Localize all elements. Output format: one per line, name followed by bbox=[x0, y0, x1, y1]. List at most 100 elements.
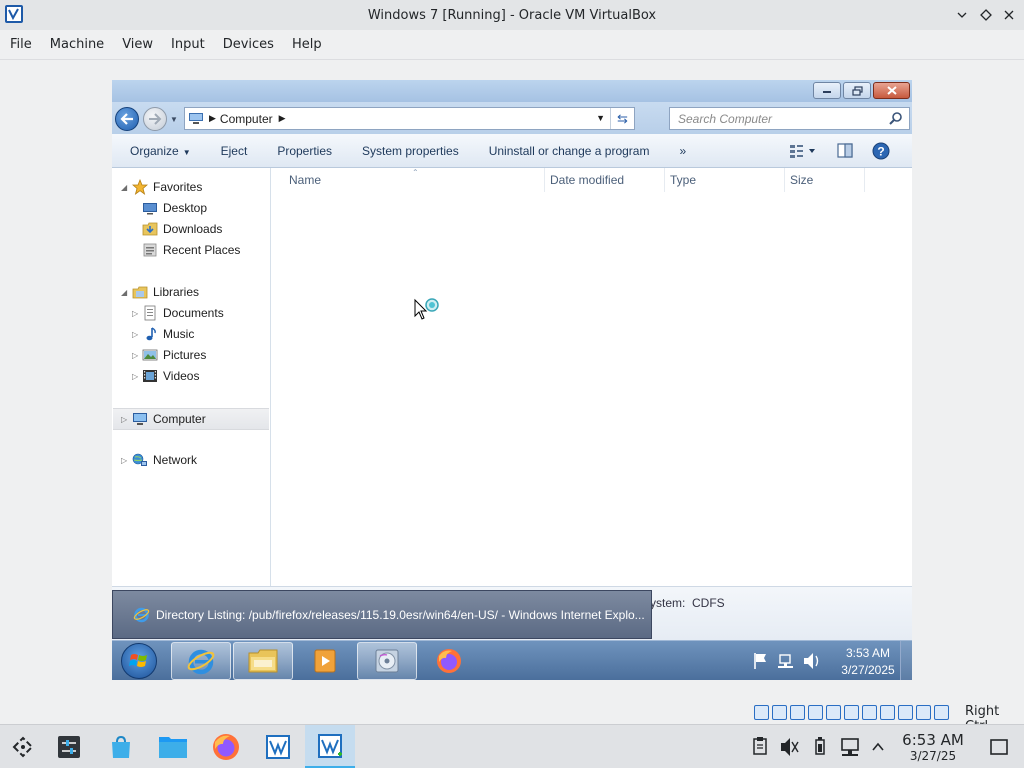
tree-item-computer[interactable]: ▷ Computer bbox=[113, 408, 269, 430]
breadcrumb-separator-icon[interactable]: ▶ bbox=[209, 113, 216, 124]
tree-item-recent-places[interactable]: Recent Places bbox=[112, 240, 271, 260]
uninstall-program-button[interactable]: Uninstall or change a program bbox=[474, 144, 665, 158]
file-list[interactable]: ⌃ Name Date modified Type Size bbox=[272, 168, 912, 586]
host-tray-icons[interactable] bbox=[748, 734, 890, 760]
internet-explorer-icon bbox=[133, 607, 150, 623]
column-header-date-modified[interactable]: Date modified bbox=[545, 168, 665, 192]
tree-item-network[interactable]: ▷ Network bbox=[112, 450, 271, 470]
show-desktop-button[interactable] bbox=[900, 641, 912, 680]
guest-clock-date[interactable]: 3/27/2025 bbox=[832, 663, 904, 677]
taskbar-media-player[interactable] bbox=[295, 642, 355, 680]
desktop-peek-icon bbox=[990, 739, 1008, 755]
recent-pages-dropdown-icon[interactable]: ▼ bbox=[170, 115, 178, 124]
address-dropdown-icon[interactable]: ▼ bbox=[596, 113, 605, 123]
tree-item-favorites[interactable]: ◢ Favorites bbox=[112, 177, 271, 197]
column-header-type[interactable]: Type bbox=[665, 168, 785, 192]
virtualbox-vm-button[interactable] bbox=[305, 725, 355, 768]
menu-devices[interactable]: Devices bbox=[214, 37, 283, 52]
firefox-button[interactable] bbox=[203, 725, 249, 768]
menu-view[interactable]: View bbox=[113, 37, 162, 52]
maximize-icon[interactable] bbox=[976, 5, 996, 25]
menu-help[interactable]: Help bbox=[283, 37, 331, 52]
expand-icon[interactable]: ▷ bbox=[121, 415, 127, 424]
cpu-status-icon[interactable] bbox=[898, 705, 913, 720]
host-clock-time[interactable]: 6:53 AM bbox=[898, 731, 968, 749]
column-header-name[interactable]: Name bbox=[272, 168, 545, 192]
tree-item-downloads[interactable]: Downloads bbox=[112, 219, 271, 239]
view-controls[interactable]: ? bbox=[782, 134, 912, 168]
show-desktop-button[interactable] bbox=[976, 725, 1022, 768]
breadcrumb-computer[interactable]: Computer bbox=[220, 112, 273, 126]
back-button[interactable] bbox=[115, 107, 139, 131]
organize-button[interactable]: Organize ▼ bbox=[112, 144, 206, 158]
computer-icon bbox=[133, 413, 147, 425]
shared-folders-status-icon[interactable] bbox=[844, 705, 859, 720]
system-settings-button[interactable] bbox=[46, 725, 92, 768]
search-icon[interactable] bbox=[889, 111, 903, 125]
discover-store-button[interactable] bbox=[98, 725, 144, 768]
application-launcher-button[interactable] bbox=[0, 725, 46, 768]
system-properties-button[interactable]: System properties bbox=[347, 144, 474, 158]
explorer-minimize-button[interactable] bbox=[813, 82, 841, 99]
recording-status-icon[interactable] bbox=[880, 705, 895, 720]
virtualization-status-icon[interactable] bbox=[916, 705, 931, 720]
menu-machine[interactable]: Machine bbox=[41, 37, 113, 52]
file-manager-button[interactable] bbox=[150, 725, 196, 768]
mouse-integration-status-icon[interactable] bbox=[934, 705, 949, 720]
column-header-size[interactable]: Size bbox=[785, 168, 865, 192]
more-commands-button[interactable]: » bbox=[664, 144, 701, 158]
expand-icon[interactable]: ▷ bbox=[132, 309, 138, 318]
expand-icon[interactable]: ▷ bbox=[132, 330, 138, 339]
tray-icons[interactable] bbox=[752, 641, 832, 680]
close-icon[interactable] bbox=[999, 5, 1019, 25]
recent-places-icon bbox=[143, 243, 157, 257]
virtualbox-manager-button[interactable] bbox=[255, 725, 301, 768]
collapse-icon[interactable]: ◢ bbox=[121, 183, 127, 192]
audio-status-icon[interactable] bbox=[790, 705, 805, 720]
usb-status-icon[interactable] bbox=[826, 705, 841, 720]
tree-item-music[interactable]: ▷ Music bbox=[112, 324, 271, 344]
optical-drive-status-icon[interactable] bbox=[772, 705, 787, 720]
tree-label-favorites: Favorites bbox=[153, 180, 203, 194]
tree-label-network: Network bbox=[153, 453, 198, 467]
tree-item-libraries[interactable]: ◢ Libraries bbox=[112, 282, 271, 302]
expand-icon[interactable]: ▷ bbox=[132, 351, 138, 360]
shopping-bag-icon bbox=[112, 735, 130, 758]
host-clock-date[interactable]: 3/27/25 bbox=[898, 749, 968, 763]
menu-input[interactable]: Input bbox=[162, 37, 214, 52]
explorer-close-button[interactable] bbox=[873, 82, 910, 99]
menu-file[interactable]: File bbox=[0, 37, 41, 52]
taskbar-firefox[interactable] bbox=[419, 642, 479, 680]
refresh-icon[interactable]: ⇆ bbox=[610, 108, 634, 129]
network-status-icon[interactable] bbox=[808, 705, 823, 720]
tree-item-desktop[interactable]: Desktop bbox=[112, 198, 271, 218]
display-status-icon[interactable] bbox=[862, 705, 877, 720]
minimize-icon[interactable] bbox=[952, 5, 972, 25]
taskbar-internet-explorer[interactable] bbox=[171, 642, 231, 680]
libraries-icon bbox=[132, 286, 148, 299]
start-button[interactable] bbox=[121, 643, 157, 679]
properties-button[interactable]: Properties bbox=[262, 144, 347, 158]
explorer-restore-button[interactable] bbox=[843, 82, 871, 99]
breadcrumb-chevron-icon[interactable]: ▶ bbox=[279, 113, 286, 124]
tree-item-videos[interactable]: ▷ Videos bbox=[112, 366, 271, 386]
guest-clock-time[interactable]: 3:53 AM bbox=[832, 646, 904, 660]
pictures-icon bbox=[142, 349, 158, 361]
expand-icon[interactable]: ▷ bbox=[132, 372, 138, 381]
forward-button[interactable] bbox=[143, 107, 167, 131]
hard-disk-status-icon[interactable] bbox=[754, 705, 769, 720]
taskbar-dvd-drive[interactable] bbox=[357, 642, 417, 680]
virtualbox-vm-icon bbox=[318, 733, 342, 758]
vm-screen[interactable]: ▼ ▶ Computer ▶ ▼ ⇆ Search Computer Organ… bbox=[112, 80, 912, 680]
collapse-icon[interactable]: ◢ bbox=[121, 288, 127, 297]
expand-icon[interactable]: ▷ bbox=[121, 456, 127, 465]
taskbar-preview-tooltip[interactable]: Directory Listing: /pub/firefox/releases… bbox=[112, 590, 652, 639]
explorer-titlebar[interactable] bbox=[112, 80, 912, 102]
taskbar-windows-explorer[interactable] bbox=[233, 642, 293, 680]
eject-button[interactable]: Eject bbox=[206, 144, 263, 158]
address-bar[interactable]: ▶ Computer ▶ ▼ ⇆ bbox=[184, 107, 635, 130]
tree-item-pictures[interactable]: ▷ Pictures bbox=[112, 345, 271, 365]
navigation-pane[interactable]: ◢ Favorites Desktop Downloads Recent Pla… bbox=[112, 168, 271, 586]
tree-item-documents[interactable]: ▷ Documents bbox=[112, 303, 271, 323]
search-input[interactable]: Search Computer bbox=[669, 107, 910, 130]
